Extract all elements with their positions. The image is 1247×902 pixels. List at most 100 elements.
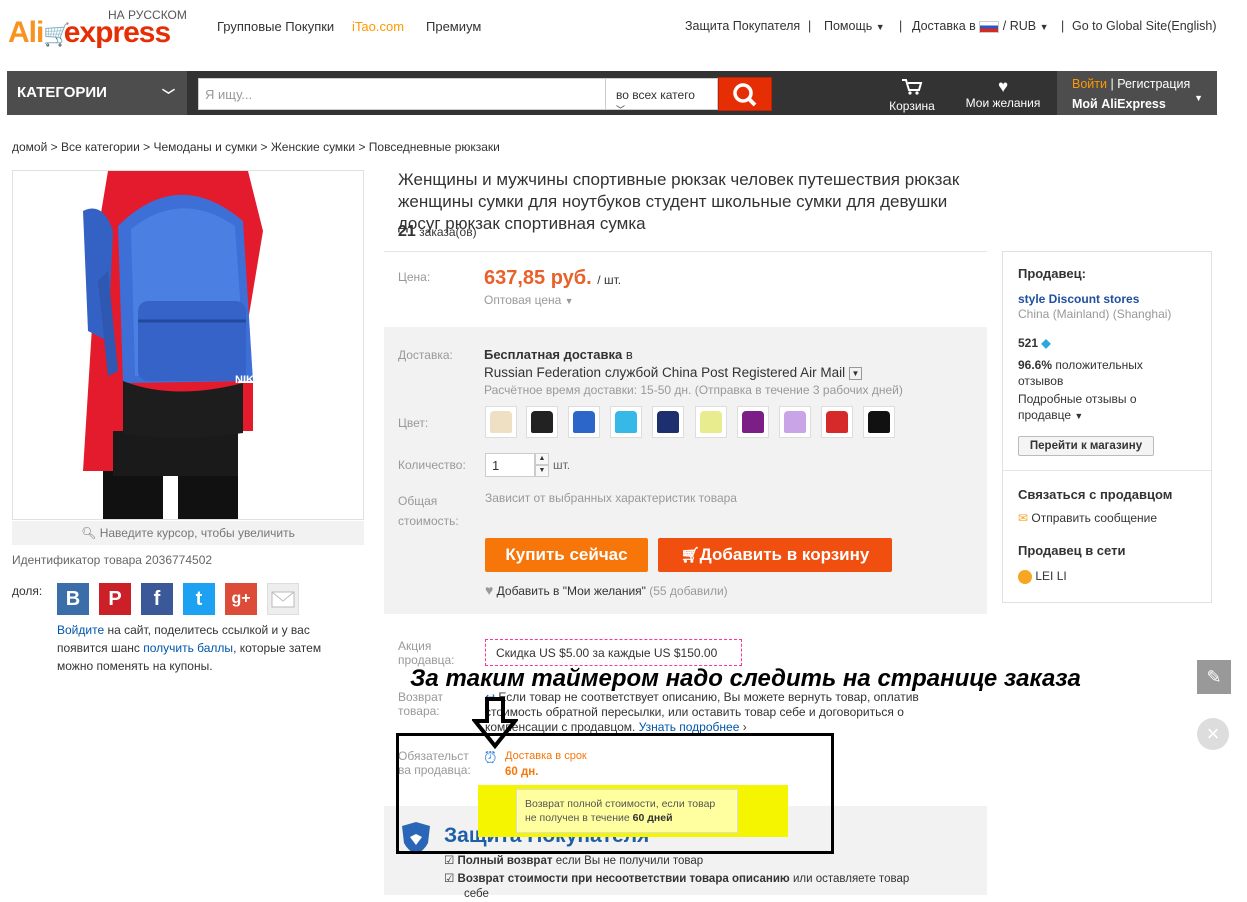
quantity-unit: шт. bbox=[553, 458, 571, 472]
color-swatch[interactable] bbox=[610, 406, 642, 438]
send-message-link[interactable]: ✉ Отправить сообщение bbox=[1018, 511, 1157, 525]
backpack-color-icon bbox=[573, 411, 595, 433]
search-input[interactable]: Я ищу... bbox=[198, 78, 606, 110]
dropdown-icon: ▼ bbox=[848, 366, 862, 380]
learn-more-link[interactable]: Узнать подробнее bbox=[639, 720, 740, 734]
my-aliexpress-link[interactable]: Мой AliExpress bbox=[1072, 97, 1166, 111]
heart-icon: ♥ bbox=[485, 582, 494, 598]
categories-menu[interactable]: КАТЕГОРИИ ﹀ bbox=[7, 71, 187, 115]
divider bbox=[1003, 470, 1211, 471]
caret-down-icon: ▼ bbox=[1039, 22, 1049, 32]
chat-seller-link[interactable]: LEI LI bbox=[1018, 569, 1067, 584]
pinterest-share-icon[interactable]: P bbox=[99, 583, 131, 615]
russia-flag-icon bbox=[979, 20, 1000, 33]
backpack-color-icon bbox=[615, 411, 637, 433]
return-policy-text: ↩︎ Если товар не соответствует описанию,… bbox=[485, 690, 919, 734]
color-label: Цвет: bbox=[398, 416, 429, 430]
cart-link[interactable]: Корзина bbox=[885, 78, 939, 113]
backpack-photo: NIKE bbox=[13, 171, 363, 519]
global-site-link[interactable]: Go to Global Site(English) bbox=[1072, 19, 1217, 33]
backpack-color-icon bbox=[657, 411, 679, 433]
magnifier-icon: 🔍︎ bbox=[81, 526, 97, 540]
store-name-link[interactable]: style Discount stores bbox=[1018, 292, 1139, 306]
logo-subtitle: НА РУССКОМ bbox=[108, 8, 187, 22]
free-shipping: Бесплатная доставка в bbox=[484, 347, 633, 362]
search-icon bbox=[733, 83, 757, 107]
delivery-to-menu[interactable]: Доставка в / RUB ▼ bbox=[912, 19, 1049, 33]
cart-icon bbox=[902, 79, 923, 95]
color-swatch[interactable] bbox=[695, 406, 727, 438]
add-to-cart-button[interactable]: 🛒︎Добавить в корзину bbox=[658, 538, 892, 572]
edit-icon[interactable]: ✎ bbox=[1197, 660, 1231, 694]
color-swatch[interactable] bbox=[737, 406, 769, 438]
backpack-color-icon bbox=[742, 411, 764, 433]
protection-item: ☑ Возврат стоимости при несоответствии т… bbox=[444, 873, 910, 900]
delivery-label: Доставка: bbox=[398, 348, 453, 362]
separator: | bbox=[808, 19, 812, 33]
color-swatch[interactable] bbox=[526, 406, 558, 438]
buyer-protection-link[interactable]: Защита Покупателя bbox=[685, 19, 800, 33]
twitter-share-icon[interactable]: t bbox=[183, 583, 215, 615]
store-location: China (Mainland) (Shanghai) bbox=[1018, 307, 1172, 321]
color-swatch[interactable] bbox=[779, 406, 811, 438]
login-link[interactable]: Войдите bbox=[57, 623, 104, 637]
share-label: доля: bbox=[12, 584, 43, 598]
caret-down-icon: ▼ bbox=[1074, 411, 1084, 421]
wishlist-link[interactable]: ♥ Мои желания bbox=[960, 78, 1046, 111]
register-link[interactable]: Регистрация bbox=[1117, 77, 1190, 91]
color-swatch[interactable] bbox=[821, 406, 853, 438]
seller-promo-coupon[interactable]: Скидка US $5.00 за каждые US $150.00 bbox=[485, 639, 742, 666]
help-menu[interactable]: Помощь ▼ bbox=[824, 19, 885, 33]
backpack-color-icon bbox=[490, 411, 512, 433]
backpack-color-icon bbox=[784, 411, 806, 433]
close-icon[interactable]: × bbox=[1197, 718, 1229, 750]
detailed-feedback-link[interactable]: Подробные отзывы о продавце ▼ bbox=[1018, 391, 1137, 424]
search-button[interactable] bbox=[718, 77, 772, 111]
vk-share-icon[interactable]: B bbox=[57, 583, 89, 615]
product-image[interactable]: NIKE bbox=[12, 170, 364, 520]
protection-item: ☑ Полный возврат если Вы не получили тов… bbox=[444, 855, 704, 867]
search-category-select[interactable]: во всех катего ﹀ bbox=[605, 78, 718, 115]
seller-heading: Продавец: bbox=[1018, 266, 1086, 281]
divider bbox=[384, 251, 987, 252]
google-plus-share-icon[interactable]: g+ bbox=[225, 583, 257, 615]
color-swatch[interactable] bbox=[863, 406, 895, 438]
contact-heading: Связаться с продавцом bbox=[1018, 487, 1173, 502]
checkbox-icon: ☑ bbox=[444, 855, 455, 867]
chevron-down-icon: ﹀ bbox=[616, 105, 626, 115]
quantity-input[interactable]: 1 bbox=[485, 453, 535, 477]
visit-store-button[interactable]: Перейти к магазину bbox=[1018, 436, 1154, 456]
facebook-share-icon[interactable]: f bbox=[141, 583, 173, 615]
envelope-icon: ✉ bbox=[1018, 511, 1029, 525]
positive-feedback: 96.6% положительных отзывов bbox=[1018, 358, 1143, 388]
buy-now-button[interactable]: Купить сейчас bbox=[485, 538, 648, 572]
product-title: Женщины и мужчины спортивные рюкзак чело… bbox=[398, 170, 960, 233]
delivery-time: Расчётное время доставки: 15-50 дн. (Отп… bbox=[484, 383, 903, 397]
diamond-icon: ◆ bbox=[1041, 336, 1051, 350]
wholesale-price-link[interactable]: Оптовая цена ▼ bbox=[484, 293, 574, 307]
get-points-link[interactable]: получить баллы bbox=[143, 641, 233, 655]
backpack-color-icon bbox=[826, 411, 848, 433]
email-share-icon[interactable] bbox=[267, 583, 299, 615]
share-info: Войдите на сайт, поделитесь ссылкой и у … bbox=[57, 623, 322, 673]
color-swatch[interactable] bbox=[485, 406, 517, 438]
separator: | bbox=[899, 19, 903, 33]
quantity-down-icon[interactable]: ▼ bbox=[535, 465, 549, 477]
nav-itao[interactable]: iTao.com bbox=[352, 19, 404, 34]
nav-group-buy[interactable]: Групповые Покупки bbox=[217, 19, 334, 34]
seller-score[interactable]: 521 ◆ bbox=[1018, 336, 1051, 350]
quantity-up-icon[interactable]: ▲ bbox=[535, 453, 549, 465]
breadcrumb[interactable]: домой > Все категории > Чемоданы и сумки… bbox=[12, 140, 500, 154]
on-time-tooltip: Возврат полной стоимости, если товар не п… bbox=[516, 789, 738, 833]
product-id: Идентификатор товара 2036774502 bbox=[12, 553, 213, 567]
color-swatch[interactable] bbox=[652, 406, 684, 438]
account-menu[interactable]: Войти | Регистрация Мой AliExpress ▼ bbox=[1057, 71, 1217, 115]
caret-down-icon: ▼ bbox=[875, 22, 885, 32]
wishlist-label: Мои желания bbox=[965, 96, 1041, 110]
add-to-wishlist[interactable]: ♥ Добавить в "Мои желания" (55 добавили) bbox=[485, 582, 728, 598]
color-swatch[interactable] bbox=[568, 406, 600, 438]
nav-premium[interactable]: Премиум bbox=[426, 19, 481, 34]
cart-label: Корзина bbox=[889, 99, 935, 113]
shipping-method-select[interactable]: Russian Federation службой China Post Re… bbox=[484, 365, 862, 380]
login-link[interactable]: Войти bbox=[1072, 77, 1107, 91]
